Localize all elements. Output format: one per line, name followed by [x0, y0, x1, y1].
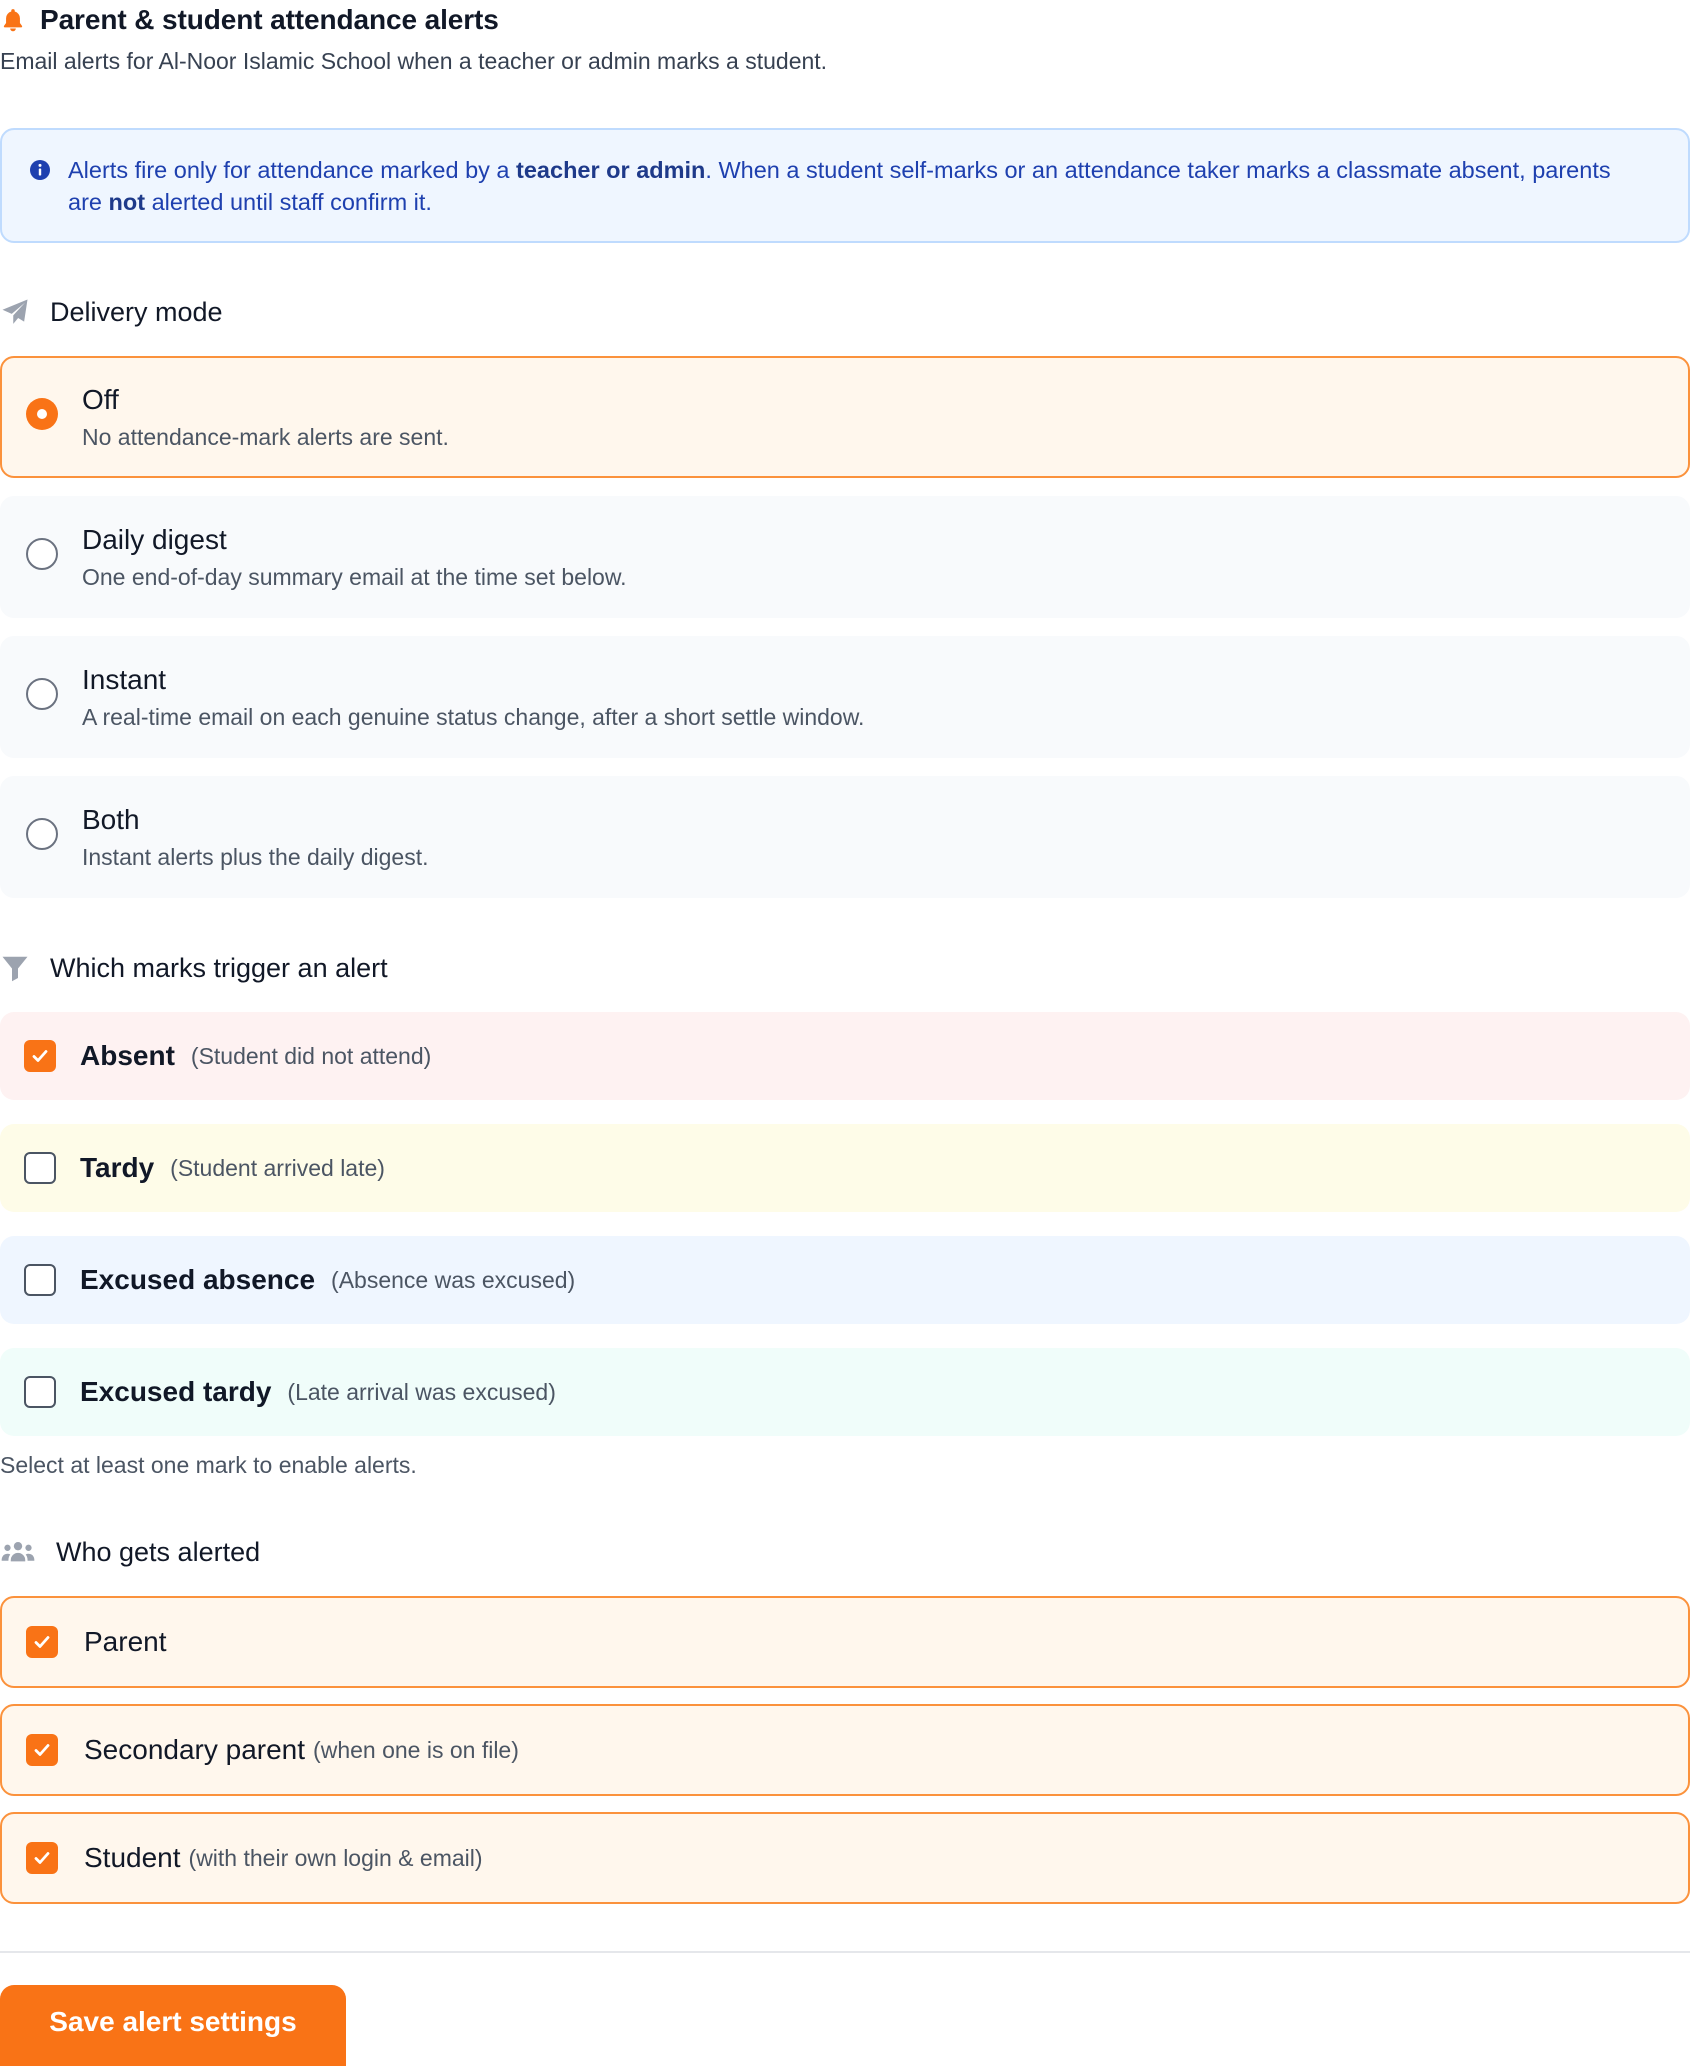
marks-hint: Select at least one mark to enable alert…: [0, 1452, 417, 1478]
checkbox-secondary-parent[interactable]: [26, 1734, 58, 1766]
checkbox-tardy[interactable]: [24, 1152, 56, 1184]
delivery-option-label: Off: [82, 384, 119, 415]
alert-settings-page: Parent & student attendance alerts Email…: [0, 0, 1692, 2066]
recipient-note: (with their own login & email): [188, 1844, 483, 1871]
radio-off[interactable]: [26, 398, 58, 430]
info-callout: Alerts fire only for attendance marked b…: [0, 128, 1690, 243]
info-text: Alerts fire only for attendance marked b…: [68, 157, 1611, 215]
delivery-option-label: Both: [82, 804, 140, 835]
info-icon: [28, 158, 52, 182]
paper-plane-icon: [0, 297, 30, 327]
delivery-option-description: No attendance-mark alerts are sent.: [82, 424, 449, 450]
delivery-option-both[interactable]: Both Instant alerts plus the daily diges…: [0, 776, 1690, 898]
recipients-title: Who gets alerted: [56, 1536, 261, 1567]
recipient-option-student[interactable]: Student (with their own login & email): [0, 1812, 1690, 1904]
checkmark-icon: [32, 1050, 48, 1062]
bell-icon: [0, 7, 26, 33]
checkmark-icon: [34, 1852, 50, 1864]
mark-note: (Late arrival was excused): [287, 1378, 556, 1405]
save-alert-settings-button[interactable]: Save alert settings: [0, 1985, 346, 2066]
delivery-option-off[interactable]: Off No attendance-mark alerts are sent.: [0, 356, 1690, 478]
checkbox-parent[interactable]: [26, 1626, 58, 1658]
delivery-option-daily[interactable]: Daily digest One end-of-day summary emai…: [0, 496, 1690, 618]
recipient-label: Student: [84, 1842, 181, 1873]
page-title: Parent & student attendance alerts: [40, 4, 499, 35]
page-header: Parent & student attendance alerts: [0, 2, 499, 38]
divider: [0, 1951, 1690, 1953]
recipient-label: Secondary parent: [84, 1734, 306, 1765]
checkmark-icon: [34, 1744, 50, 1756]
mark-note: (Student did not attend): [190, 1042, 432, 1069]
checkbox-student[interactable]: [26, 1842, 58, 1874]
recipient-note: (when one is on file): [313, 1736, 519, 1763]
delivery-option-instant[interactable]: Instant A real-time email on each genuin…: [0, 636, 1690, 758]
recipients-heading: Who gets alerted: [0, 1534, 260, 1570]
checkbox-excused-absence[interactable]: [24, 1264, 56, 1296]
recipient-option-parent[interactable]: Parent: [0, 1596, 1690, 1688]
mark-note: (Student arrived late): [170, 1154, 385, 1181]
delivery-option-label: Daily digest: [82, 524, 227, 555]
delivery-option-description: Instant alerts plus the daily digest.: [82, 844, 429, 870]
mark-label: Excused absence: [80, 1264, 316, 1295]
mark-option-excused-absence[interactable]: Excused absence (Absence was excused): [0, 1236, 1690, 1324]
recipient-label: Parent: [84, 1626, 167, 1657]
radio-both[interactable]: [26, 818, 58, 850]
radio-daily[interactable]: [26, 538, 58, 570]
delivery-mode-heading: Delivery mode: [0, 294, 223, 330]
marks-heading: Which marks trigger an alert: [0, 950, 388, 986]
page-subtitle: Email alerts for Al-Noor Islamic School …: [0, 48, 828, 74]
checkbox-absent[interactable]: [24, 1040, 56, 1072]
delivery-mode-title: Delivery mode: [50, 296, 223, 327]
delivery-option-description: One end-of-day summary email at the time…: [82, 564, 627, 590]
filter-icon: [0, 953, 30, 983]
checkmark-icon: [34, 1636, 50, 1648]
delivery-option-label: Instant: [82, 664, 167, 695]
radio-instant[interactable]: [26, 678, 58, 710]
checkbox-excused-tardy[interactable]: [24, 1376, 56, 1408]
mark-label: Tardy: [80, 1152, 155, 1183]
mark-label: Excused tardy: [80, 1376, 272, 1407]
marks-title: Which marks trigger an alert: [50, 952, 388, 983]
recipient-option-secondary-parent[interactable]: Secondary parent (when one is on file): [0, 1704, 1690, 1796]
users-icon: [0, 1538, 36, 1566]
mark-option-tardy[interactable]: Tardy (Student arrived late): [0, 1124, 1690, 1212]
mark-label: Absent: [80, 1040, 175, 1071]
mark-option-excused-tardy[interactable]: Excused tardy (Late arrival was excused): [0, 1348, 1690, 1436]
mark-note: (Absence was excused): [331, 1266, 576, 1293]
delivery-option-description: A real-time email on each genuine status…: [82, 704, 865, 730]
mark-option-absent[interactable]: Absent (Student did not attend): [0, 1012, 1690, 1100]
